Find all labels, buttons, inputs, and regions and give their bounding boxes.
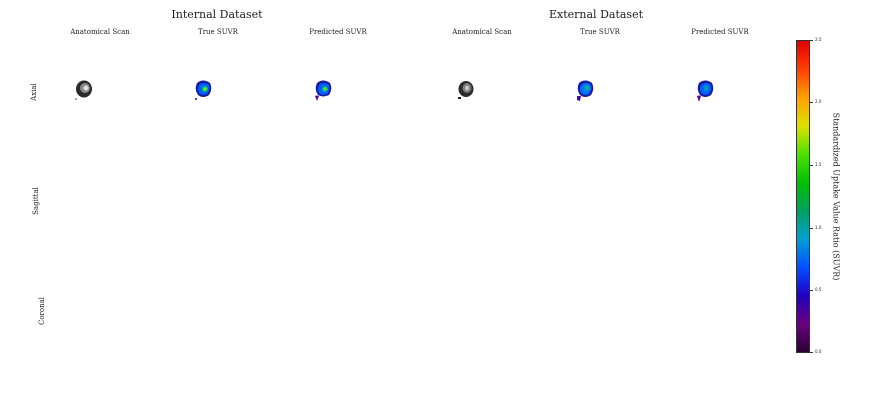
- external-true-suvr-header: True SUVR: [580, 28, 620, 36]
- internal-predicted-suvr-header: Predicted SUVR: [309, 28, 367, 36]
- colorbar-tick: [810, 40, 813, 41]
- colorbar-tick-label: 0.5: [815, 287, 822, 292]
- external-anatomical-scan-header: Anatomical Scan: [452, 28, 512, 36]
- colorbar-tick-label: 1.0: [815, 225, 822, 230]
- colorbar-tick-label: 1.5: [815, 162, 822, 167]
- external-anatomical-scan-image: [458, 81, 474, 99]
- external-dataset-title: External Dataset: [548, 8, 643, 21]
- internal-dataset-title: Internal Dataset: [171, 8, 263, 21]
- internal-true-suvr-header: True SUVR: [198, 28, 238, 36]
- suvr-colorbar: [796, 40, 810, 353]
- external-predicted-suvr-header: Predicted SUVR: [691, 28, 749, 36]
- colorbar-label: Standardized Uptake Value Ratio (SUVR): [831, 112, 841, 281]
- external-predicted-suvr-image: [697, 80, 714, 102]
- colorbar-tick-label: 2.0: [815, 99, 822, 104]
- colorbar-tick-label: 2.5: [815, 37, 822, 42]
- row-label-sagittal: Sagittal: [32, 187, 40, 215]
- internal-anatomical-scan-image: [75, 80, 92, 100]
- row-label-coronal: Coronal: [38, 296, 46, 326]
- internal-predicted-suvr-image: [315, 80, 332, 101]
- colorbar-tick: [810, 228, 813, 229]
- external-true-suvr-image: [577, 80, 594, 101]
- row-label-axial: Axial: [30, 83, 38, 101]
- internal-anatomical-scan-header: Anatomical Scan: [70, 28, 130, 36]
- colorbar-tick: [810, 290, 813, 291]
- internal-true-suvr-image: [195, 80, 212, 100]
- colorbar-tick: [810, 165, 813, 166]
- colorbar-tick: [810, 352, 813, 353]
- colorbar-tick-label: 0.0: [815, 349, 822, 354]
- colorbar-tick: [810, 102, 813, 103]
